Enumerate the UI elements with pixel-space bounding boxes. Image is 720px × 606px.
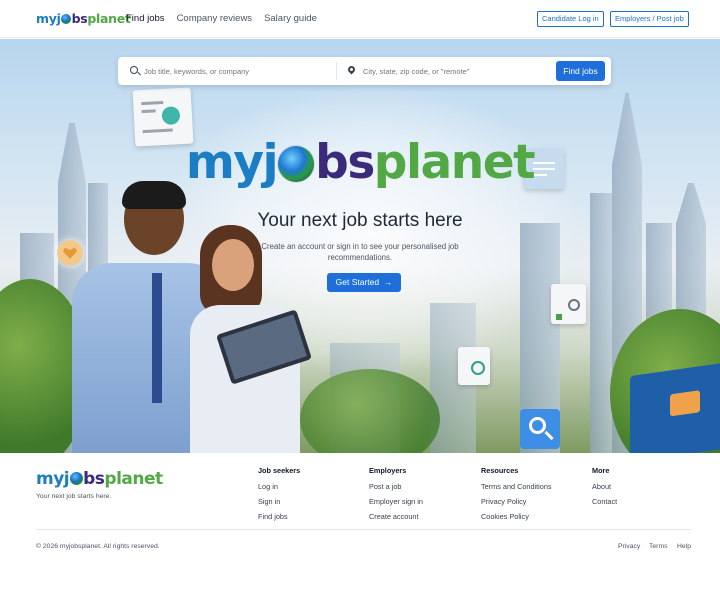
footer-privacy-link[interactable]: Privacy [618, 543, 640, 550]
tree [300, 369, 440, 453]
footer-divider [36, 529, 691, 530]
footer-link-post-job[interactable]: Post a job [369, 482, 423, 491]
laptop-screen [630, 361, 720, 453]
briefcase-icon [670, 390, 700, 417]
footer-column-heading: Job seekers [258, 466, 301, 475]
hero-title: Your next job starts here [257, 210, 463, 231]
footer-link-employer-sign-in[interactable]: Employer sign in [369, 497, 423, 506]
arrow-right-icon: → [383, 277, 393, 287]
footer: myj bsplanet Your next job starts here. J… [0, 453, 720, 606]
footer-column-more: More About Contact [592, 466, 617, 512]
footer-tagline: Your next job starts here. [36, 493, 112, 500]
footer-link-find-jobs[interactable]: Find jobs [258, 512, 300, 521]
footer-link-create-account[interactable]: Create account [369, 512, 423, 521]
nav-company-reviews[interactable]: Company reviews [177, 13, 253, 24]
footer-column-employers: Employers Post a job Employer sign in Cr… [369, 466, 423, 527]
footer-link-sign-in[interactable]: Sign in [258, 497, 300, 506]
nav-find-jobs[interactable]: Find jobs [126, 13, 165, 24]
footer-link-log-in[interactable]: Log in [258, 482, 300, 491]
get-started-button[interactable]: Get Started → [327, 273, 401, 292]
main-nav: Find jobs Company reviews Salary guide [126, 13, 317, 24]
search-icon [130, 66, 138, 74]
top-navigation: myj bsplanet Find jobs Company reviews Sa… [0, 0, 720, 38]
header-logo[interactable]: myj bsplanet [36, 11, 131, 26]
hero-subtitle: Create an account or sign in to see your… [261, 242, 459, 262]
search-divider [336, 62, 337, 80]
hero-logo: myj bsplanet [185, 135, 536, 190]
footer-link-terms[interactable]: Terms and Conditions [481, 482, 552, 491]
footer-link-privacy-policy[interactable]: Privacy Policy [481, 497, 552, 506]
nav-salary-guide[interactable]: Salary guide [264, 13, 317, 24]
job-search-bar: Find jobs [118, 57, 611, 85]
footer-link-cookies-policy[interactable]: Cookies Policy [481, 512, 552, 521]
location-input[interactable] [363, 64, 549, 78]
globe-icon [69, 472, 83, 485]
skyscraper [590, 193, 612, 453]
globe-icon [61, 14, 72, 24]
footer-terms-link[interactable]: Terms [649, 543, 668, 550]
location-pin-icon [346, 64, 357, 75]
chart-document-icon [551, 284, 586, 324]
footer-column-heading: Resources [481, 466, 519, 475]
footer-column-heading: Employers [369, 466, 407, 475]
find-jobs-button[interactable]: Find jobs [556, 61, 605, 81]
employers-post-job-button[interactable]: Employers / Post job [610, 11, 689, 27]
footer-link-about[interactable]: About [592, 482, 617, 491]
magnifier-icon [520, 409, 560, 449]
hero-section: Find jobs myjbsplanet Your next job star… [0, 39, 720, 453]
footer-help-link[interactable]: Help [677, 543, 691, 550]
resume-search-icon [458, 347, 490, 385]
keywords-input[interactable] [144, 64, 330, 78]
footer-column-resources: Resources Terms and Conditions Privacy P… [481, 466, 552, 527]
footer-logo[interactable]: myj bsplanet [36, 469, 163, 489]
globe-icon [278, 146, 315, 182]
footer-column-heading: More [592, 466, 610, 475]
footer-link-contact[interactable]: Contact [592, 497, 617, 506]
copyright: © 2026 myjobsplanet. All rights reserved… [36, 543, 160, 550]
candidate-login-button[interactable]: Candidate Log in [537, 11, 604, 27]
footer-column-job-seekers: Job seekers Log in Sign in Find jobs [258, 466, 300, 527]
